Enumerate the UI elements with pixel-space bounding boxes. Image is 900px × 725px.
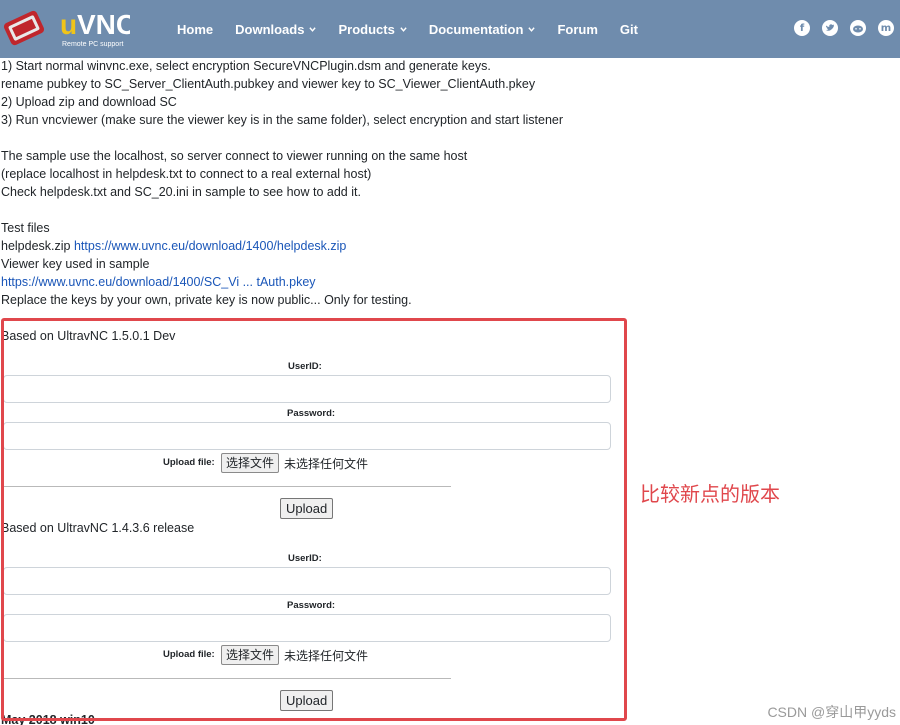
mastodon-icon[interactable]: m — [878, 20, 894, 36]
csdn-watermark: CSDN @穿山甲yyds — [767, 704, 896, 720]
top-navbar: u VNC Remote PC support Home Downloads P… — [0, 0, 900, 58]
helpdesk-prefix: helpdesk.zip — [1, 239, 74, 253]
nav-products[interactable]: Products — [338, 22, 407, 37]
facebook-icon[interactable]: f — [794, 20, 810, 36]
replace-localhost-note: (replace localhost in helpdesk.txt to co… — [1, 167, 372, 181]
rename-line: rename pubkey to SC_Server_ClientAuth.pu… — [1, 77, 536, 91]
nav-documentation[interactable]: Documentation — [429, 22, 536, 37]
svg-text:VNC: VNC — [77, 9, 130, 40]
main-nav: Home Downloads Products Documentation Fo… — [177, 0, 660, 58]
nav-forum[interactable]: Forum — [557, 22, 597, 37]
twitter-icon[interactable] — [822, 20, 838, 36]
uvnc-logo[interactable]: u VNC Remote PC support — [2, 4, 136, 50]
viewer-key-link[interactable]: https://www.uvnc.eu/download/1400/SC_Vi … — [1, 273, 316, 291]
annotation-text: 比较新点的版本 — [640, 482, 780, 506]
step-3-line: 3) Run vncviewer (make sure the viewer k… — [1, 113, 564, 127]
viewer-key-label: Viewer key used in sample — [1, 257, 150, 271]
check-helpdesk-note: Check helpdesk.txt and SC_20.ini in samp… — [1, 185, 361, 199]
nav-git[interactable]: Git — [620, 22, 638, 37]
nav-downloads[interactable]: Downloads — [235, 22, 317, 37]
reddit-icon[interactable] — [850, 20, 866, 36]
step-2-line: 2) Upload zip and download SC — [1, 95, 177, 109]
svg-text:u: u — [60, 9, 77, 40]
step-1-line: 1) Start normal winvnc.exe, select encry… — [1, 59, 491, 73]
helpdesk-link[interactable]: https://www.uvnc.eu/download/1400/helpde… — [74, 239, 346, 253]
nav-home[interactable]: Home — [177, 22, 213, 37]
localhost-note: The sample use the localhost, so server … — [1, 149, 468, 163]
helpdesk-line: helpdesk.zip https://www.uvnc.eu/downloa… — [1, 237, 346, 255]
replace-keys-note: Replace the keys by your own, private ke… — [1, 293, 412, 307]
logo-subtitle: Remote PC support — [62, 41, 124, 48]
chevron-down-icon — [400, 26, 407, 32]
test-files-heading: Test files — [1, 221, 50, 235]
highlight-box — [1, 318, 627, 721]
chevron-down-icon — [528, 26, 536, 32]
social-links: f m — [782, 20, 894, 36]
chevron-down-icon — [309, 26, 317, 32]
